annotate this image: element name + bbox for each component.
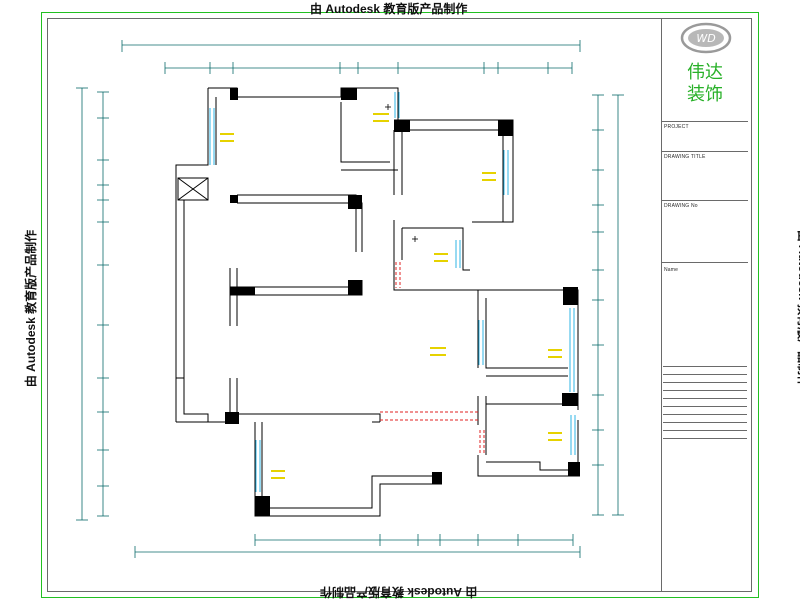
drawing-title-label: DRAWING TITLE bbox=[664, 154, 706, 160]
room-label-marks bbox=[220, 113, 562, 479]
title-line bbox=[663, 414, 747, 415]
drawing-no-cell: DRAWING No bbox=[662, 200, 748, 209]
brand-name: 伟达 装饰 bbox=[683, 62, 727, 106]
title-line bbox=[663, 374, 747, 375]
title-line bbox=[663, 382, 747, 383]
dashed-openings bbox=[380, 262, 485, 455]
windows bbox=[209, 92, 576, 492]
walls bbox=[175, 87, 580, 517]
dimension-lines bbox=[76, 40, 624, 558]
title-line bbox=[663, 422, 747, 423]
drawing-no-label: DRAWING No bbox=[664, 203, 698, 209]
brand-line-2: 装饰 bbox=[687, 84, 723, 105]
name-label: Name bbox=[664, 267, 679, 273]
title-line bbox=[663, 430, 747, 431]
logo-emblem-icon: WD bbox=[680, 22, 732, 54]
ventilation-shaft-icon bbox=[177, 177, 209, 201]
title-line bbox=[663, 366, 747, 367]
svg-text:WD: WD bbox=[696, 32, 715, 45]
title-line bbox=[663, 390, 747, 391]
title-line bbox=[663, 398, 747, 399]
drawing-title-cell: DRAWING TITLE bbox=[662, 151, 748, 160]
name-cell: Name bbox=[662, 262, 748, 273]
project-cell: PROJECT bbox=[662, 121, 748, 130]
brand-line-1: 伟达 bbox=[687, 62, 723, 83]
title-line bbox=[663, 406, 747, 407]
title-line bbox=[663, 438, 747, 439]
project-label: PROJECT bbox=[664, 124, 689, 130]
